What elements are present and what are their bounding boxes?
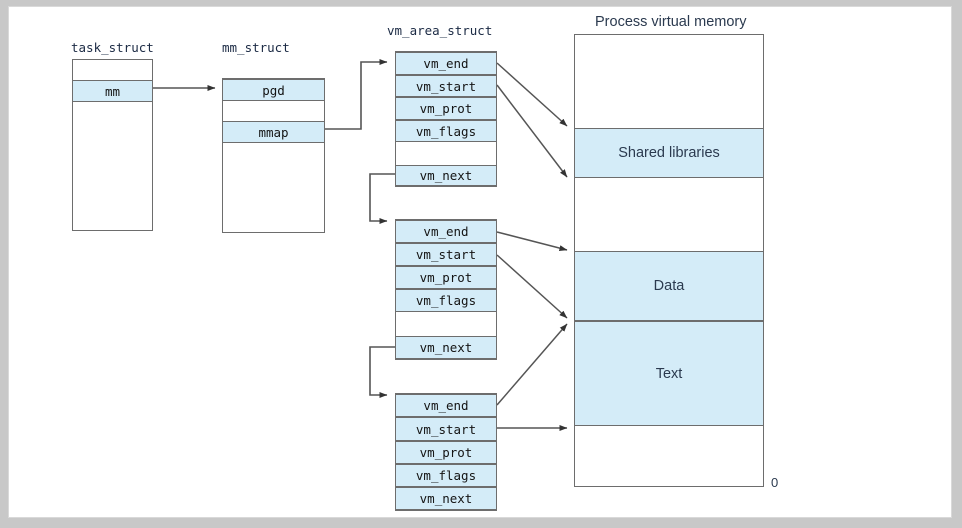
- memory-region-data[interactable]: Data: [575, 251, 763, 321]
- virtual-memory-diagram: task_struct mm_struct vm_area_struct Pro…: [9, 7, 953, 519]
- task-struct-row-empty-bottom: [73, 102, 152, 230]
- task-struct-row-empty-top: [73, 60, 152, 80]
- task-struct-row-mm[interactable]: mm: [73, 80, 152, 102]
- memory-region-shared-libraries[interactable]: Shared libraries: [575, 128, 763, 178]
- vma3-row-vm-next[interactable]: vm_next: [396, 487, 496, 510]
- memory-bottom-address-label: 0: [771, 475, 779, 490]
- process-virtual-memory-label: Process virtual memory: [595, 14, 747, 30]
- vma3-row-vm-start[interactable]: vm_start: [396, 417, 496, 441]
- vma1-row-vm-prot[interactable]: vm_prot: [396, 97, 496, 120]
- mm-struct-row-mmap[interactable]: mmap: [223, 121, 324, 143]
- vma2-row-vm-next[interactable]: vm_next: [396, 336, 496, 359]
- arrow-vma1-start-to-memory: [496, 84, 568, 178]
- vma1-row-vm-next[interactable]: vm_next: [396, 165, 496, 186]
- vma2-row-vm-prot[interactable]: vm_prot: [396, 266, 496, 289]
- arrow-vma2-next-to-vma3: [369, 346, 395, 398]
- vma1-row-vm-flags[interactable]: vm_flags: [396, 120, 496, 142]
- memory-region-text[interactable]: Text: [575, 321, 763, 426]
- vma3-row-vm-end[interactable]: vm_end: [396, 394, 496, 417]
- arrow-vma2-start-to-memory: [496, 254, 568, 319]
- vma3-row-vm-prot[interactable]: vm_prot: [396, 441, 496, 464]
- diagram-canvas: task_struct mm_struct vm_area_struct Pro…: [8, 6, 952, 518]
- mm-struct-box: pgd mmap: [222, 78, 325, 233]
- vma1-row-vm-end[interactable]: vm_end: [396, 52, 496, 75]
- arrow-vma2-end-to-memory: [496, 231, 568, 252]
- vma1-row-vm-start[interactable]: vm_start: [396, 75, 496, 97]
- vma2-row-empty: [396, 312, 496, 336]
- task-struct-label: task_struct: [71, 40, 154, 55]
- vma2-row-vm-start[interactable]: vm_start: [396, 243, 496, 266]
- vm-area-struct-label: vm_area_struct: [387, 23, 493, 38]
- mm-struct-label: mm_struct: [222, 40, 290, 55]
- process-memory-box: Shared libraries Data Text: [574, 34, 764, 487]
- vm-area-struct-box-2: vm_end vm_start vm_prot vm_flags vm_next: [395, 219, 497, 360]
- vma2-row-vm-flags[interactable]: vm_flags: [396, 289, 496, 312]
- mm-struct-row-empty-bottom: [223, 143, 324, 232]
- arrow-vma1-next-to-vma2: [369, 173, 395, 224]
- vm-area-struct-box-1: vm_end vm_start vm_prot vm_flags vm_next: [395, 51, 497, 187]
- arrow-vma3-end-to-memory: [496, 323, 568, 406]
- task-struct-box: mm: [72, 59, 153, 231]
- mm-struct-row-pgd[interactable]: pgd: [223, 79, 324, 101]
- vm-area-struct-box-3: vm_end vm_start vm_prot vm_flags vm_next: [395, 393, 497, 511]
- arrow-mmap-to-vma1: [325, 58, 388, 130]
- vma3-row-vm-flags[interactable]: vm_flags: [396, 464, 496, 487]
- arrow-vma1-end-to-memory: [496, 62, 568, 127]
- mm-struct-row-empty: [223, 101, 324, 121]
- vma1-row-empty: [396, 142, 496, 165]
- vma2-row-vm-end[interactable]: vm_end: [396, 220, 496, 243]
